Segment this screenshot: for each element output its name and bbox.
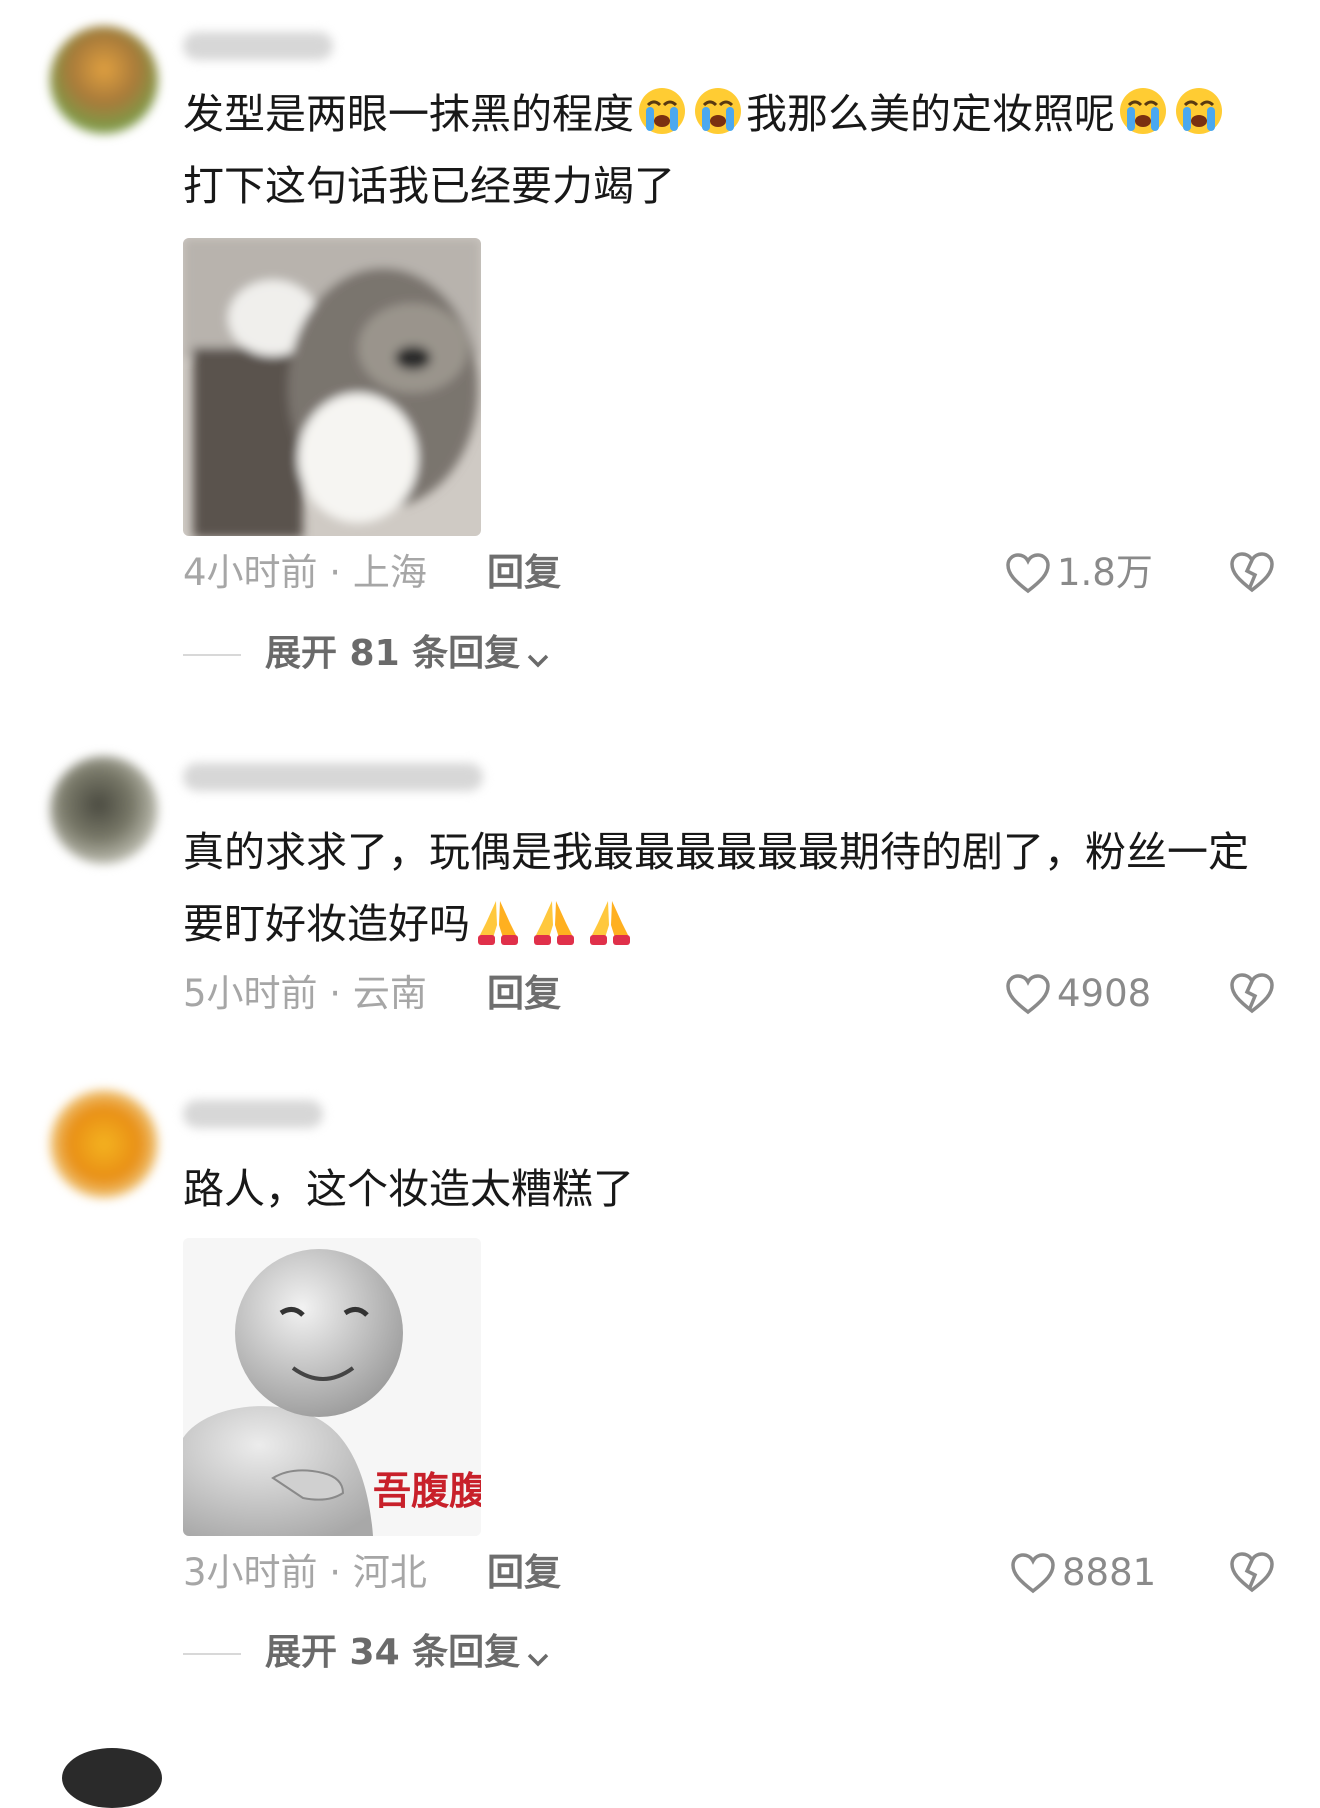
avatar[interactable] [50,756,158,864]
like-button[interactable]: 8881 [1010,1545,1156,1601]
avatar[interactable] [50,1090,158,1198]
comment-time-location: 4小时前 · 上海 [183,551,427,594]
like-button[interactable]: 4908 [1005,966,1151,1022]
reply-button[interactable]: 回复 [487,966,561,1022]
loudly-crying-face-icon [639,88,685,134]
heart-icon [1006,553,1050,594]
broken-heart-icon [1230,552,1274,593]
heart-icon [1011,1553,1055,1594]
comment-time-location: 3小时前 · 河北 [183,1551,427,1594]
cat-photo-icon [183,238,481,536]
folded-hands-icon [478,901,518,945]
folded-hands-icon [534,901,574,945]
loudly-crying-face-icon [1120,88,1166,134]
meme-caption: 吾腹腹 [373,1469,481,1513]
dislike-button[interactable] [1229,551,1275,609]
comment-time-location: 5小时前 · 云南 [183,972,427,1015]
like-count: 1.8万 [1057,551,1153,594]
dislike-button[interactable] [1229,972,1275,1030]
username-blurred[interactable] [183,1100,323,1128]
username-blurred[interactable] [183,32,333,60]
comment-meta: 4小时前 · 上海 回复 1.8万 [183,545,1320,601]
heart-icon [1006,974,1050,1015]
like-button[interactable]: 1.8万 [1005,545,1153,601]
comment-text: 路人，这个妆造太糟糕了 [183,1165,634,1213]
comment-image-meme[interactable]: 吾腹腹 [183,1238,481,1536]
dislike-button[interactable] [1229,1551,1275,1609]
like-count: 8881 [1062,1551,1157,1594]
comment-image-cat[interactable] [183,238,481,536]
broken-heart-icon [1230,973,1274,1014]
comment-meta: 3小时前 · 河北 回复 8881 [183,1545,1320,1601]
comment-text: 真的求求了，玩偶是我最最最最最最期待的剧了，粉丝一定要盯好妆造好吗 [183,828,1249,948]
chevron-down-icon [527,654,549,668]
comment-text: 发型是两眼一抹黑的程度 我那么美的定妆照呢打下这句话我已经要力竭了 [183,78,1263,222]
username-blurred[interactable] [183,763,483,791]
folded-hands-icon [590,901,630,945]
like-count: 4908 [1057,972,1152,1015]
broken-heart-icon [1230,1552,1274,1593]
divider-line [183,654,241,656]
chevron-down-icon [527,1653,549,1667]
next-comment-avatar[interactable] [62,1748,162,1808]
loudly-crying-face-icon [1176,88,1222,134]
avatar[interactable] [50,26,158,134]
expand-replies-label: 展开 34 条回复 [265,1632,521,1673]
comment-meta: 5小时前 · 云南 回复 4908 [183,966,1320,1022]
reply-button[interactable]: 回复 [487,545,561,601]
reply-button[interactable]: 回复 [487,1545,561,1601]
divider-line [183,1653,241,1655]
loudly-crying-face-icon [695,88,741,134]
expand-replies-label: 展开 81 条回复 [265,633,521,674]
